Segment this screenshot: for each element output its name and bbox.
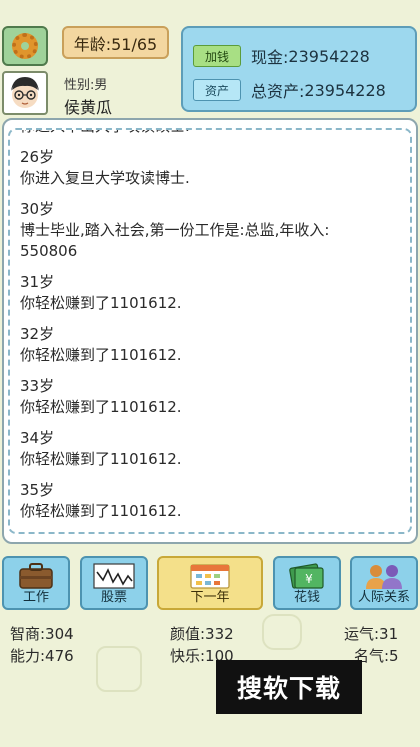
next-year-button[interactable]: 下一年 [157, 556, 263, 610]
avatar[interactable] [2, 71, 48, 115]
gear-icon [12, 33, 38, 59]
log-entry: 30岁 博士毕业,踏入社会,第一份工作是:总监,年收入: 550806 [20, 199, 400, 262]
settings-button[interactable] [2, 26, 48, 66]
life-log-frame: 你进入中山大学攻读硕士. 26岁 你进入复旦大学攻读博士. 30岁 博士毕业,踏… [8, 128, 412, 534]
log-year: 26岁 [20, 148, 55, 166]
log-text: 你轻松赚到了1101612. [20, 502, 182, 520]
iq-stat: 智商:304 [10, 625, 74, 643]
log-text: 你轻松赚到了1101612. [20, 450, 182, 468]
log-entry: 34岁 你轻松赚到了1101612. [20, 428, 400, 470]
relations-button[interactable]: 人际关系 [350, 556, 418, 610]
log-text: 你进入中山大学攻读硕士. [20, 130, 400, 137]
work-button[interactable]: 工作 [2, 556, 70, 610]
log-year: 32岁 [20, 325, 55, 343]
log-entry: 33岁 你轻松赚到了1101612. [20, 376, 400, 418]
looks-stat: 颜值:332 [170, 625, 234, 643]
log-text: 你轻松赚到了1101612. [20, 294, 182, 312]
ability-stat: 能力:476 [10, 647, 74, 665]
total-assets-label: 总资产: [251, 82, 305, 101]
log-text-continued: 550806 [20, 242, 78, 260]
work-label: 工作 [22, 590, 49, 605]
assets-button[interactable]: 资产 [193, 79, 241, 101]
stocks-label: 股票 [100, 590, 127, 605]
money-panel: 加钱 现金: 23954228 资产 总资产: 23954228 [181, 26, 417, 112]
cactus-decoration-icon [262, 614, 302, 650]
age-display: 年龄:51/65 [62, 26, 169, 59]
log-text: 你轻松赚到了1101612. [20, 346, 182, 364]
log-year: 34岁 [20, 429, 55, 447]
spend-button[interactable]: ¥ 花钱 [273, 556, 341, 610]
player-name: 侯黄瓜 [64, 98, 113, 117]
boy-avatar-icon [11, 77, 39, 108]
log-entry: 32岁 你轻松赚到了1101612. [20, 324, 400, 366]
cash-label: 现金: [251, 48, 289, 67]
log-entry: 31岁 你轻松赚到了1101612. [20, 272, 400, 314]
log-entry: 26岁 你进入复旦大学攻读博士. [20, 147, 400, 189]
add-money-button[interactable]: 加钱 [193, 45, 241, 67]
life-log-list[interactable]: 你进入中山大学攻读硕士. 26岁 你进入复旦大学攻读博士. 30岁 博士毕业,踏… [20, 130, 400, 532]
plant-decoration-icon [96, 646, 142, 692]
action-bar: 工作 股票 下一年 ¥ 花钱 人际关系 [0, 556, 420, 610]
assets-row: 资产 总资产: 23954228 [193, 78, 386, 102]
svg-text:¥: ¥ [305, 572, 313, 586]
log-year: 30岁 [20, 200, 55, 218]
cash-row: 加钱 现金: 23954228 [193, 44, 370, 68]
relations-label: 人际关系 [357, 590, 410, 605]
log-text: 你轻松赚到了1101612. [20, 398, 182, 416]
spend-label: 花钱 [293, 590, 320, 605]
total-assets-value: 23954228 [304, 80, 386, 100]
log-text: 你进入复旦大学攻读博士. [20, 169, 190, 187]
log-year: 33岁 [20, 377, 55, 395]
age-text: 年龄:51/65 [73, 34, 158, 54]
log-text: 博士毕业,踏入社会,第一份工作是:总监,年收入: [20, 221, 330, 239]
log-year: 31岁 [20, 273, 55, 291]
log-entry: 你进入中山大学攻读硕士. [20, 130, 400, 137]
log-entry: 35岁 你轻松赚到了1101612. [20, 480, 400, 522]
luck-stat: 运气:31 [344, 625, 399, 643]
watermark: 搜软下载 [216, 660, 362, 714]
cash-value: 23954228 [288, 46, 370, 66]
next-year-label: 下一年 [190, 590, 230, 605]
gender-label: 性别:男 [64, 78, 108, 93]
log-year: 35岁 [20, 481, 55, 499]
life-log-panel[interactable]: 你进入中山大学攻读硕士. 26岁 你进入复旦大学攻读博士. 30岁 博士毕业,踏… [2, 118, 418, 544]
stocks-button[interactable]: 股票 [80, 556, 148, 610]
